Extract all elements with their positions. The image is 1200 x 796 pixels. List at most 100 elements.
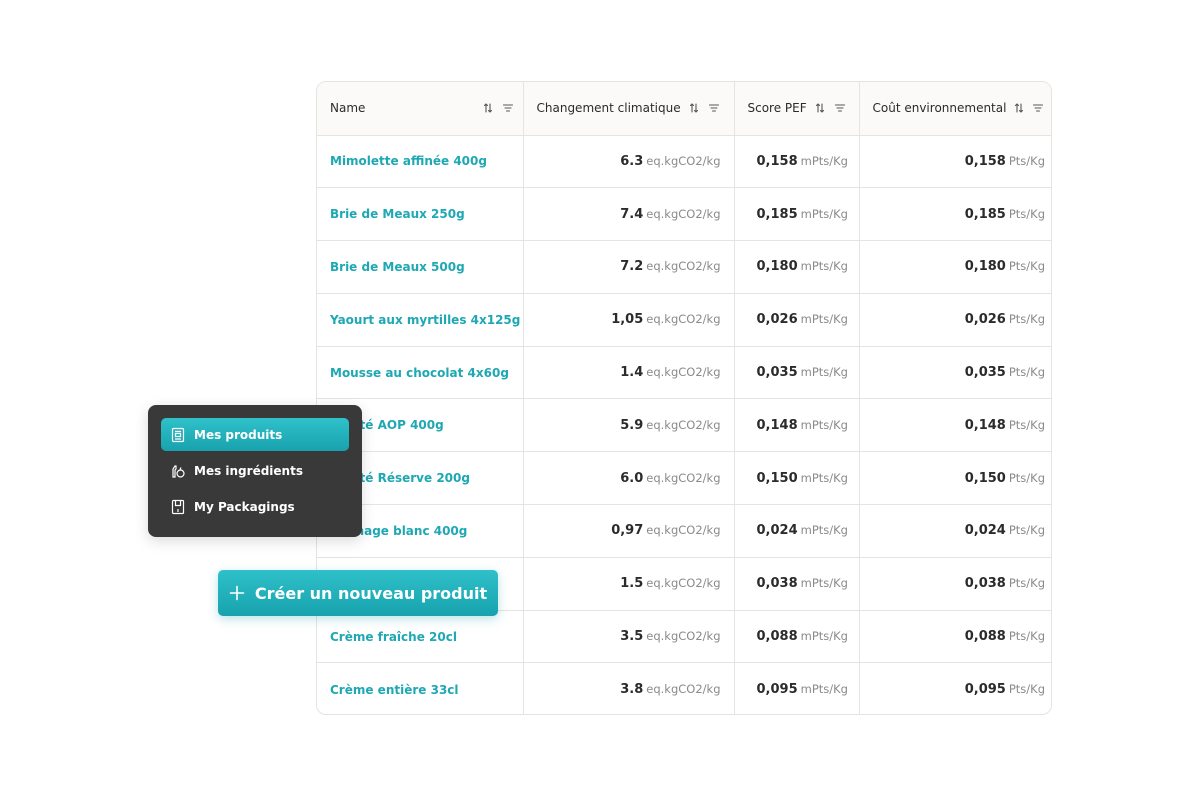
filter-icon[interactable] <box>833 101 847 115</box>
pef-cell: 0,088 mPts/Kg <box>734 610 860 664</box>
climate-cell: 6.3 eq.kgCO2/kg <box>523 135 735 189</box>
filter-icon[interactable] <box>501 101 515 115</box>
cost-unit: Pts/Kg <box>1008 259 1045 274</box>
pef-unit: mPts/Kg <box>800 470 848 485</box>
table-row[interactable]: Mimolette affinée 400g 6.3 eq.kgCO2/kg 0,15… <box>317 135 1051 189</box>
climate-cell: 7.4 eq.kgCO2/kg <box>523 187 735 242</box>
climate-unit: eq.kgCO2/kg <box>646 206 721 221</box>
column-header-cost[interactable]: Coût environnemental <box>859 82 1051 136</box>
pef-value: 0,038 <box>756 576 798 592</box>
table-row[interactable]: Fromage blanc 400g 0,97 eq.kgCO2/kg 0,024 mP… <box>317 504 1051 558</box>
cost-cell: 0,158 Pts/Kg <box>859 135 1051 189</box>
table-row[interactable]: Crème entière 33cl 3.8 eq.kgCO2/kg 0,095 mPt… <box>317 662 1051 714</box>
cost-value: 0,148 <box>964 417 1006 433</box>
pef-unit: mPts/Kg <box>800 312 848 327</box>
product-name-link[interactable]: Brie de Meaux 250g <box>330 207 465 221</box>
cost-cell: 0,095 Pts/Kg <box>859 663 1051 714</box>
column-header-pef[interactable]: Score PEF <box>734 82 860 136</box>
product-name-link[interactable]: Mousse au chocolat 4x60g <box>330 366 509 380</box>
product-name-link[interactable]: Mimolette affinée 400g <box>330 154 487 168</box>
column-header-label: Coût environnemental <box>872 101 1007 116</box>
cost-cell: 0,035 Pts/Kg <box>859 346 1051 400</box>
climate-value: 1,05 <box>611 312 644 328</box>
cost-value: 0,150 <box>964 470 1006 486</box>
create-product-button[interactable]: Créer un nouveau produit <box>218 570 498 616</box>
nav-item-mes-produits[interactable]: Mes produits <box>161 418 349 451</box>
cost-unit: Pts/Kg <box>1008 470 1045 485</box>
product-name-cell[interactable]: Brie de Meaux 250g <box>317 187 524 242</box>
climate-value: 5.9 <box>620 417 644 433</box>
nav-item-label: Mes ingrédients <box>194 463 303 478</box>
climate-value: 3.5 <box>620 629 644 645</box>
cost-unit: Pts/Kg <box>1008 153 1045 168</box>
cost-unit: Pts/Kg <box>1008 312 1045 327</box>
product-name-cell[interactable]: Crème entière 33cl <box>317 662 524 714</box>
product-name-cell[interactable]: Crème fraîche 20cl <box>317 610 524 664</box>
table-row[interactable]: Comté Réserve 200g 6.0 eq.kgCO2/kg 0,150 mPt… <box>317 451 1051 506</box>
climate-value: 0,97 <box>611 523 644 539</box>
column-header-name[interactable]: Name <box>317 82 524 136</box>
column-header-label: Changement climatique <box>536 101 681 116</box>
column-header-label: Score PEF <box>747 101 807 116</box>
pef-cell: 0,038 mPts/Kg <box>734 557 860 611</box>
climate-unit: eq.kgCO2/kg <box>646 153 721 168</box>
cost-unit: Pts/Kg <box>1008 682 1045 697</box>
pef-unit: mPts/Kg <box>800 629 848 644</box>
climate-unit: eq.kgCO2/kg <box>646 312 721 327</box>
cost-cell: 0,148 Pts/Kg <box>859 398 1051 453</box>
product-name-link[interactable]: Crème fraîche 20cl <box>330 630 457 644</box>
table-row[interactable]: Comté AOP 400g 5.9 eq.kgCO2/kg 0,148 mPts/Kg… <box>317 398 1051 453</box>
cost-unit: Pts/Kg <box>1008 629 1045 644</box>
pef-unit: mPts/Kg <box>800 576 848 591</box>
climate-value: 7.4 <box>620 206 644 222</box>
sort-icon[interactable] <box>1012 101 1025 115</box>
cost-value: 0,038 <box>964 576 1006 592</box>
pef-value: 0,095 <box>756 682 798 698</box>
ingredients-icon <box>170 463 186 479</box>
table-row[interactable]: Yaourt aux myrtilles 4x125g 1,05 eq.kgCO2/… <box>317 293 1051 347</box>
column-header-label: Name <box>330 101 366 116</box>
pef-value: 0,035 <box>756 365 798 381</box>
nav-item-my-packagings[interactable]: My Packagings <box>161 490 349 523</box>
cost-value: 0,088 <box>964 629 1006 645</box>
product-name-link[interactable]: Brie de Meaux 500g <box>330 260 465 274</box>
product-name-link[interactable]: Crème entière 33cl <box>330 683 459 697</box>
climate-cell: 6.0 eq.kgCO2/kg <box>523 451 735 506</box>
pef-unit: mPts/Kg <box>800 417 848 432</box>
climate-cell: 5.9 eq.kgCO2/kg <box>523 398 735 453</box>
product-name-link[interactable]: Yaourt aux myrtilles 4x125g <box>330 313 520 327</box>
filter-icon[interactable] <box>1032 101 1045 115</box>
nav-item-label: Mes produits <box>194 427 283 442</box>
pef-cell: 0,148 mPts/Kg <box>734 398 860 453</box>
climate-unit: eq.kgCO2/kg <box>646 259 721 274</box>
product-name-cell[interactable]: Yaourt aux myrtilles 4x125g <box>317 293 524 347</box>
cost-value: 0,035 <box>964 365 1006 381</box>
pef-unit: mPts/Kg <box>800 365 848 380</box>
product-name-cell[interactable]: Mimolette affinée 400g <box>317 135 524 189</box>
climate-unit: eq.kgCO2/kg <box>646 682 721 697</box>
product-name-cell[interactable]: Brie de Meaux 500g <box>317 240 524 294</box>
nav-item-mes-ingredients[interactable]: Mes ingrédients <box>161 454 349 487</box>
table-row[interactable]: Brie de Meaux 500g 7.2 eq.kgCO2/kg 0,180 mPt… <box>317 240 1051 294</box>
cost-unit: Pts/Kg <box>1008 206 1045 221</box>
sort-icon[interactable] <box>813 101 827 115</box>
packaging-icon <box>170 499 186 515</box>
climate-value: 7.2 <box>620 259 644 275</box>
climate-value: 1.4 <box>620 365 644 381</box>
column-header-climate[interactable]: Changement climatique <box>523 82 735 136</box>
climate-value: 6.3 <box>620 153 644 169</box>
pef-unit: mPts/Kg <box>800 206 848 221</box>
climate-unit: eq.kgCO2/kg <box>646 417 721 432</box>
filter-icon[interactable] <box>707 101 721 115</box>
cost-unit: Pts/Kg <box>1008 523 1045 538</box>
product-name-cell[interactable]: Mousse au chocolat 4x60g <box>317 346 524 400</box>
cost-cell: 0,024 Pts/Kg <box>859 504 1051 558</box>
pef-value: 0,148 <box>756 417 798 433</box>
climate-unit: eq.kgCO2/kg <box>646 470 721 485</box>
sort-icon[interactable] <box>481 101 495 115</box>
table-row[interactable]: Brie de Meaux 250g 7.4 eq.kgCO2/kg 0,185 mPt… <box>317 187 1051 242</box>
sort-icon[interactable] <box>687 101 701 115</box>
table-row[interactable]: Mousse au chocolat 4x60g 1.4 eq.kgCO2/kg 0,… <box>317 346 1051 400</box>
climate-value: 6.0 <box>620 470 644 486</box>
table-row[interactable]: Crème fraîche 20cl 3.5 eq.kgCO2/kg 0,088 mPt… <box>317 610 1051 664</box>
